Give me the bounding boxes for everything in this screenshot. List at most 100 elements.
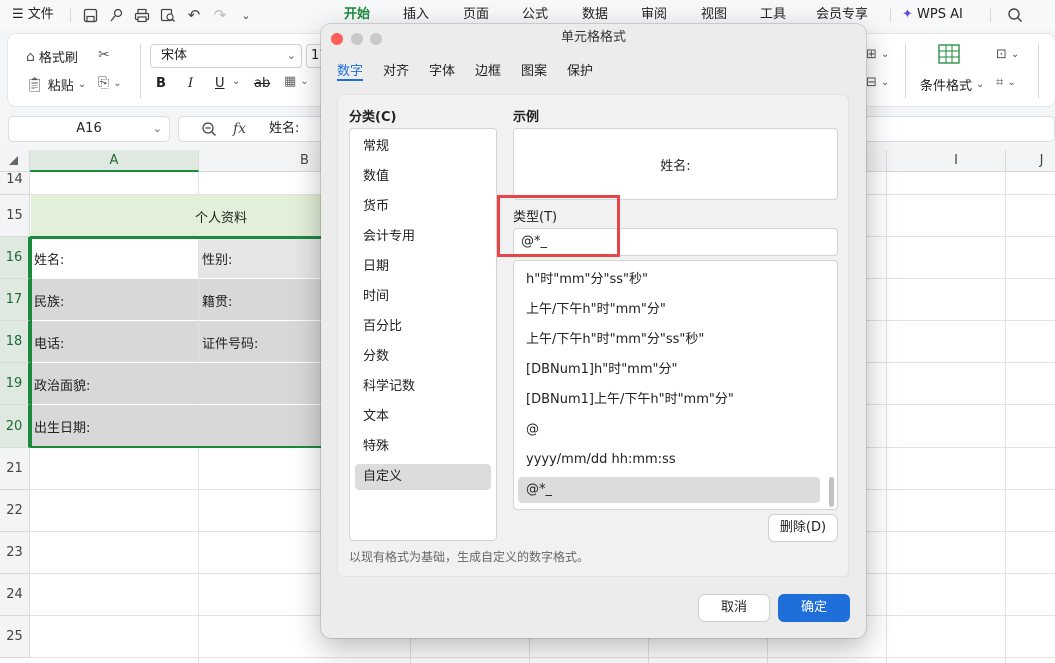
underline-button[interactable]: U — [215, 76, 225, 91]
divider — [905, 44, 906, 98]
category-item-date[interactable]: 日期 — [355, 254, 491, 280]
print-icon[interactable] — [132, 5, 152, 25]
border-button[interactable]: ▦ ⌄ — [284, 74, 309, 89]
row-header[interactable]: 17 — [0, 279, 30, 321]
row-header[interactable]: 19 — [0, 363, 30, 405]
row-header[interactable]: 22 — [0, 490, 30, 532]
chevron-down-icon: ⌄ — [880, 49, 890, 60]
format-item-selected[interactable]: @*_ — [518, 477, 820, 503]
table-style-button[interactable]: ⊟ ⌄ — [866, 75, 889, 90]
chevron-down-icon: ⌄ — [113, 77, 122, 89]
gridline — [1005, 172, 1006, 663]
category-item-currency[interactable]: 货币 — [355, 194, 491, 220]
category-item-general[interactable]: 常规 — [355, 134, 491, 160]
tab-font[interactable]: 字体 — [429, 60, 455, 79]
row-header[interactable]: 25 — [0, 616, 30, 658]
chevron-down-icon: ⌄ — [286, 49, 296, 62]
zoom-icon[interactable] — [201, 121, 217, 141]
tab-border[interactable]: 边框 — [475, 60, 501, 79]
chevron-down-icon[interactable]: ⌄ — [236, 5, 256, 25]
ok-button[interactable]: 确定 — [778, 594, 850, 622]
format-item[interactable]: 上午/下午h"时"mm"分" — [518, 297, 820, 323]
maximize-window-button[interactable] — [370, 33, 382, 45]
print-preview-icon[interactable] — [158, 5, 178, 25]
fx-icon[interactable]: fx — [233, 121, 246, 137]
format-item[interactable]: yyyy/mm/dd hh:mm:ss — [518, 447, 820, 473]
conditional-format-icon — [938, 44, 960, 64]
paste-button[interactable]: 📋︎ 粘贴 ⌄ — [26, 75, 86, 95]
gridline — [866, 362, 1055, 363]
formula-content[interactable]: 姓名: — [269, 117, 299, 141]
file-menu[interactable]: ☰ 文件 — [12, 0, 54, 30]
delete-button[interactable]: 删除(D) — [768, 514, 838, 542]
row-header[interactable]: 24 — [0, 574, 30, 616]
italic-button[interactable]: I — [188, 76, 193, 91]
tab-pattern[interactable]: 图案 — [521, 60, 547, 79]
category-item-accounting[interactable]: 会计专用 — [355, 224, 491, 250]
cancel-button[interactable]: 取消 — [698, 594, 770, 622]
strikethrough-button[interactable]: ab — [254, 76, 270, 91]
redo-icon[interactable]: ↷ — [210, 5, 230, 25]
category-item-percentage[interactable]: 百分比 — [355, 314, 491, 340]
column-header-j[interactable]: J — [1006, 150, 1055, 172]
row-header[interactable]: 23 — [0, 532, 30, 574]
fill-button[interactable]: ⊡ ⌄ — [996, 47, 1019, 62]
freeze-button[interactable]: ⌗ ⌄ — [996, 75, 1016, 90]
undo-icon[interactable]: ↶ — [184, 5, 204, 25]
category-list[interactable]: 常规 数值 货币 会计专用 日期 时间 百分比 分数 科学记数 文本 特殊 自定… — [349, 128, 497, 541]
search-icon[interactable] — [1005, 5, 1025, 25]
category-item-text[interactable]: 文本 — [355, 404, 491, 430]
row-header[interactable]: 15 — [0, 195, 30, 237]
category-label: 分类(C) — [349, 110, 397, 125]
format-list-scrollbar[interactable] — [829, 477, 834, 507]
category-item-special[interactable]: 特殊 — [355, 434, 491, 460]
share-icon[interactable] — [106, 5, 126, 25]
format-item[interactable]: h"时"mm"分"ss"秒" — [518, 267, 820, 293]
column-header-a[interactable]: A — [30, 150, 199, 172]
copy-button[interactable]: ⎘ ⌄ — [98, 75, 122, 91]
name-box[interactable]: A16 ⌄ — [8, 116, 170, 142]
tab-number[interactable]: 数字 — [337, 60, 363, 79]
category-item-number[interactable]: 数值 — [355, 164, 491, 190]
chevron-down-icon: ⌄ — [976, 79, 985, 90]
tab-alignment[interactable]: 对齐 — [383, 60, 409, 79]
row-header[interactable]: 14 — [0, 172, 30, 195]
row-header[interactable]: 21 — [0, 448, 30, 490]
minimize-window-button[interactable] — [351, 33, 363, 45]
cut-button[interactable]: ✂ — [98, 47, 110, 63]
format-item[interactable]: [DBNum1]h"时"mm"分" — [518, 357, 820, 383]
chevron-down-icon[interactable]: ⌄ — [232, 76, 240, 87]
divider — [140, 44, 141, 98]
bold-button[interactable]: B — [156, 76, 166, 91]
scissors-icon: ✂ — [98, 47, 110, 63]
tab-protection[interactable]: 保护 — [567, 60, 593, 79]
category-item-time[interactable]: 时间 — [355, 284, 491, 310]
category-item-scientific[interactable]: 科学记数 — [355, 374, 491, 400]
format-item[interactable]: @ — [518, 417, 820, 443]
category-item-custom[interactable]: 自定义 — [355, 464, 491, 490]
conditional-format-button[interactable]: 条件格式 ⌄ — [920, 75, 984, 94]
column-header-i[interactable]: I — [887, 150, 1006, 172]
font-name-select[interactable]: 宋体 ⌄ — [150, 44, 302, 68]
divider — [890, 8, 891, 22]
row-header[interactable]: 18 — [0, 321, 30, 363]
row-header[interactable]: 20 — [0, 405, 30, 448]
sample-preview: 姓名: — [513, 128, 838, 200]
save-icon[interactable] — [80, 5, 100, 25]
format-item[interactable]: [DBNum1]上午/下午h"时"mm"分" — [518, 387, 820, 413]
tab-wps-ai[interactable]: ✦ WPS AI — [902, 0, 963, 30]
row-header[interactable]: 16 — [0, 237, 30, 279]
copy-icon: ⎘ — [98, 75, 110, 91]
table-icon: ⊟ — [866, 75, 877, 90]
active-tab-indicator — [337, 79, 363, 81]
format-painter-button[interactable]: ⌂ 格式刷 — [26, 47, 78, 67]
format-item[interactable]: 上午/下午h"时"mm"分"ss"秒" — [518, 327, 820, 353]
table-title-cell[interactable]: 个人资料 — [31, 195, 321, 237]
gridline — [866, 447, 1055, 448]
select-all-corner[interactable] — [0, 150, 30, 172]
close-window-button[interactable] — [331, 33, 343, 45]
format-cells-dialog: 单元格格式 数字 对齐 字体 边框 图案 保护 分类(C) 常规 数值 货币 会… — [321, 24, 866, 638]
category-item-fraction[interactable]: 分数 — [355, 344, 491, 370]
cell-style-button[interactable]: ⊞ ⌄ — [866, 47, 889, 62]
format-list[interactable]: h"时"mm"分"ss"秒" 上午/下午h"时"mm"分" 上午/下午h"时"m… — [513, 260, 838, 510]
